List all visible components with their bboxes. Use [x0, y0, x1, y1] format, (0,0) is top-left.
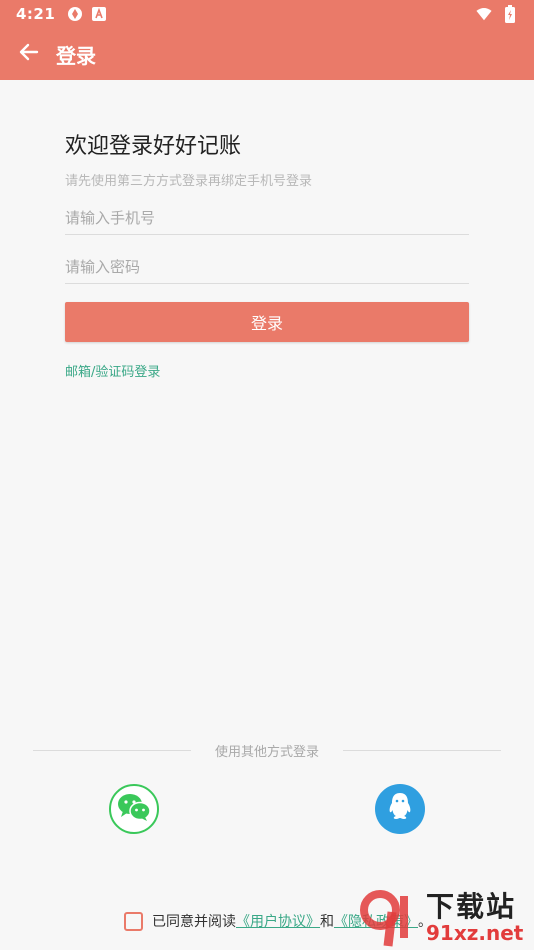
watermark-logo [360, 890, 408, 947]
phone-input[interactable] [65, 201, 469, 235]
wechat-login-button[interactable] [109, 784, 159, 834]
email-code-login-link[interactable]: 邮箱/验证码登录 [65, 361, 160, 380]
battery-icon [502, 5, 518, 23]
divider-line-right [343, 749, 502, 751]
agreement-prefix: 已同意并阅读 [152, 914, 236, 930]
divider-line-left [33, 749, 191, 751]
status-bar: 4:21 [0, 0, 534, 28]
welcome-section: 欢迎登录好好记账 请先使用第三方方式登录再绑定手机号登录 [65, 128, 469, 189]
qq-login-button[interactable] [375, 784, 425, 834]
wifi-icon [476, 6, 492, 22]
agreement-and: 和 [320, 914, 334, 930]
sync-icon [67, 6, 83, 22]
app-bar: 登录 [0, 28, 534, 80]
other-login-label: 使用其他方式登录 [215, 744, 320, 760]
top-bar: 4:21 登录 [0, 0, 534, 80]
qq-icon [385, 791, 415, 827]
wechat-icon [117, 792, 151, 826]
password-input[interactable] [65, 250, 469, 284]
welcome-title: 欢迎登录好好记账 [65, 134, 242, 159]
welcome-subtitle: 请先使用第三方方式登录再绑定手机号登录 [65, 174, 313, 189]
watermark-cn-text: 下载站 [426, 890, 517, 923]
agree-checkbox[interactable] [124, 911, 143, 931]
user-agreement-link[interactable]: 《用户协议》 [236, 911, 320, 931]
watermark-en-text: 91xz.net [426, 921, 524, 945]
arrow-left-icon [17, 40, 41, 68]
page-title: 登录 [56, 43, 96, 68]
back-button[interactable] [14, 39, 44, 69]
other-login-divider: 使用其他方式登录 [33, 740, 502, 760]
login-button[interactable]: 登录 [65, 302, 469, 342]
watermark: 下载站 91xz.net [358, 888, 534, 948]
status-time: 4:21 [16, 5, 56, 23]
font-a-icon [91, 6, 107, 22]
